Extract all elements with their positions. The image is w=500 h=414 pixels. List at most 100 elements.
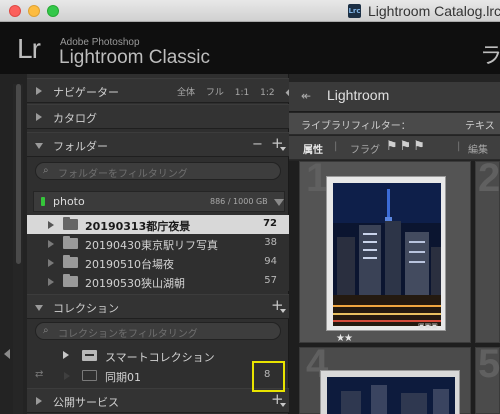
navigator-section-header[interactable]: ナビゲーター 全体 フル 1:1 1:2 ◆: [27, 78, 292, 103]
minimize-window-button[interactable]: [28, 5, 40, 17]
catalog-section-header[interactable]: カタログ: [27, 104, 289, 129]
library-filter-label: ライブラリフィルター：: [301, 121, 411, 132]
remove-folder-button[interactable]: −: [252, 137, 263, 152]
star-rating[interactable]: ★★: [336, 333, 353, 344]
grid-cell[interactable]: 1 ▣▣▣ ★★: [299, 156, 471, 344]
folder-row[interactable]: 20190430東京駅リフ写真 38: [27, 234, 289, 253]
smart-collection-set-icon: [82, 350, 97, 361]
thumbnail-badges: ▣▣▣: [418, 322, 438, 330]
folders-label: フォルダー: [53, 140, 108, 153]
folder-count: 94: [264, 256, 277, 267]
folder-count: 72: [263, 218, 277, 229]
photo-grid: 1 ▣▣▣ ★★ 2 4 5: [289, 156, 500, 414]
folder-expand-icon[interactable]: [48, 221, 54, 229]
add-publish-service-menu-icon: [280, 403, 286, 407]
zoom-fill[interactable]: フル: [206, 88, 224, 98]
flag-filter-icons[interactable]: ⚑⚑⚑: [386, 139, 427, 154]
edit-label: 編集: [468, 145, 488, 156]
collection-filter-input[interactable]: ⌕ コレクションをフィルタリング: [35, 322, 281, 340]
volume-status-led: [41, 197, 45, 206]
left-panel-scroll-thumb[interactable]: [16, 84, 21, 264]
folder-icon: [63, 236, 78, 249]
sync-icon: ⇄: [35, 369, 44, 380]
catalog-label: カタログ: [53, 112, 97, 125]
folder-expand-icon[interactable]: [48, 240, 54, 248]
zoom-fit[interactable]: 全体: [177, 88, 195, 98]
navigator-zoom-modes: 全体 フル 1:1 1:2 ◆: [177, 85, 300, 98]
folder-name: 20190530狭山湖朝: [85, 277, 185, 290]
collapse-left-panel-icon[interactable]: [4, 349, 10, 359]
folder-name: 20190313都庁夜景: [85, 220, 191, 233]
count-highlight-box: [252, 361, 285, 392]
expand-triangle-icon: [36, 397, 42, 405]
app-identity-plate: Lr Adobe Photoshop Lightroom Classic ラ: [0, 22, 500, 74]
collections-section-header[interactable]: コレクション +: [27, 294, 289, 319]
left-panel: ナビゲーター 全体 フル 1:1 1:2 ◆ カタログ フォルダー − + ⌕ …: [27, 74, 292, 414]
expand-triangle-icon: [36, 113, 42, 121]
collection-filter-placeholder: コレクションをフィルタリング: [58, 329, 198, 340]
flag-label: フラグ: [350, 145, 380, 156]
volume-size: 886 / 1000 GB: [210, 197, 268, 206]
grid-cell-number: 2: [478, 156, 500, 200]
folder-count: 57: [264, 275, 277, 286]
navigator-label: ナビゲーター: [53, 86, 119, 99]
collection-icon: [82, 370, 97, 381]
grid-cell-number: 1: [306, 156, 329, 200]
publish-services-section-header[interactable]: 公開サービス +: [27, 388, 289, 413]
add-folder-menu-icon: [280, 147, 286, 151]
collections-label: コレクション: [53, 302, 119, 315]
grid-cell[interactable]: 5: [475, 342, 500, 414]
synced-collection-row[interactable]: ⇄ 同期01: [27, 366, 289, 385]
folder-expand-icon[interactable]: [48, 259, 54, 267]
publish-services-label: 公開サービス: [53, 396, 119, 409]
folder-filter-placeholder: フォルダーをフィルタリング: [58, 169, 188, 180]
module-picker-truncated[interactable]: ラ: [480, 38, 500, 70]
volume-row[interactable]: photo 886 / 1000 GB: [33, 191, 285, 212]
window-title: Lightroom Catalog.lrca: [368, 3, 500, 19]
collapse-triangle-icon: [35, 143, 43, 149]
catalog-document-icon: Lrc: [348, 4, 361, 18]
folders-section-header[interactable]: フォルダー − +: [27, 132, 289, 157]
folder-icon: [63, 217, 78, 230]
brand-product: Lightroom Classic: [59, 47, 210, 68]
volume-collapse-icon[interactable]: [274, 199, 284, 206]
window-titlebar: Lrc Lightroom Catalog.lrca: [0, 0, 500, 22]
smart-collection-set-row[interactable]: スマートコレクション: [27, 346, 289, 365]
folder-name: 20190510台場夜: [85, 258, 174, 271]
library-filter-bar: ライブラリフィルター： テキス: [289, 113, 500, 135]
folder-filter-input[interactable]: ⌕ フォルダーをフィルタリング: [35, 162, 281, 180]
grid-cell[interactable]: 2: [475, 156, 500, 343]
zoom-1-1[interactable]: 1:1: [235, 88, 249, 98]
back-arrow-icon[interactable]: ↞: [301, 89, 311, 103]
main-area: ↞ Lightroom ライブラリフィルター： テキス 属性 | フラグ ⚑⚑⚑…: [289, 74, 500, 414]
close-window-button[interactable]: [9, 5, 21, 17]
expand-triangle-icon: [36, 87, 42, 95]
folder-row[interactable]: 20190313都庁夜景 72: [27, 215, 289, 234]
separator: |: [334, 141, 338, 152]
add-collection-menu-icon: [280, 309, 286, 313]
photo-thumbnail[interactable]: [320, 370, 460, 414]
folder-expand-icon[interactable]: [48, 278, 54, 286]
synced-collection-name: 同期01: [105, 371, 141, 384]
smart-collection-name: スマートコレクション: [105, 351, 215, 364]
lightroom-module-header: ↞ Lightroom: [289, 82, 500, 112]
grid-cell[interactable]: 4: [299, 342, 471, 414]
smart-collection-expand-icon[interactable]: [63, 351, 69, 359]
folder-icon: [63, 255, 78, 268]
folder-count: 38: [264, 237, 277, 248]
search-icon: ⌕: [43, 325, 49, 336]
night-city-photo: [327, 377, 455, 414]
zoom-1-2[interactable]: 1:2: [260, 88, 274, 98]
separator: |: [457, 141, 461, 152]
module-title: Lightroom: [327, 87, 390, 103]
lightroom-logo: Lr: [17, 33, 41, 64]
photo-thumbnail[interactable]: [326, 176, 446, 331]
zoom-window-button[interactable]: [47, 5, 59, 17]
folder-icon: [63, 274, 78, 287]
search-icon: ⌕: [43, 165, 49, 176]
folder-row[interactable]: 20190530狭山湖朝 57: [27, 272, 289, 291]
filter-text-tab[interactable]: テキス: [465, 117, 495, 132]
attribute-tab[interactable]: 属性: [303, 141, 323, 156]
folder-row[interactable]: 20190510台場夜 94: [27, 253, 289, 272]
grid-cell-number: 5: [478, 342, 500, 386]
